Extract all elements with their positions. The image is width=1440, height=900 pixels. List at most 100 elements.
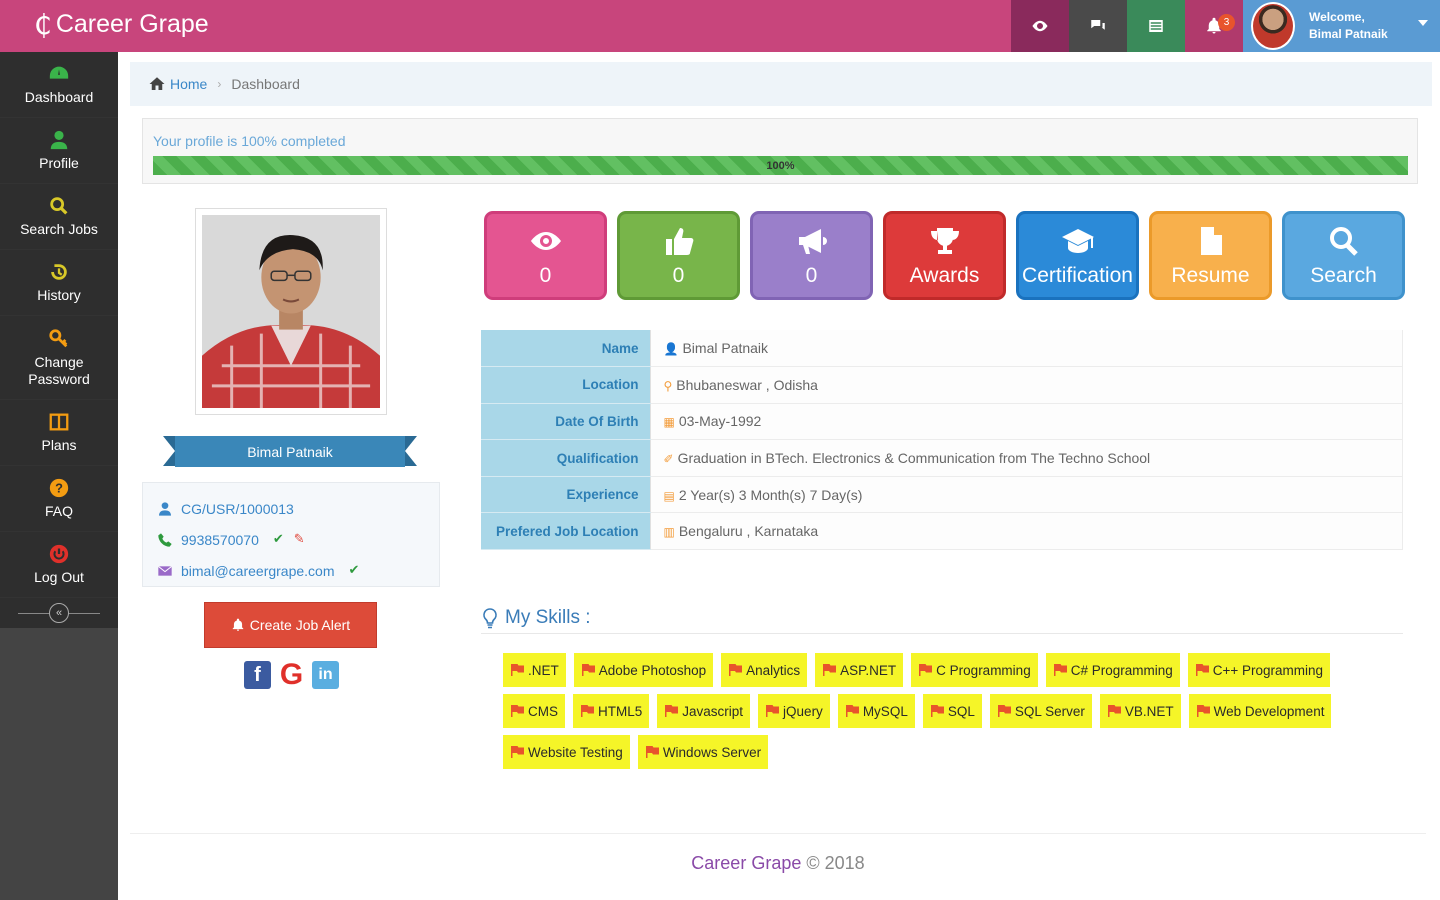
search-tile[interactable]: Search [1282, 211, 1405, 300]
detail-label: Experience [481, 476, 651, 514]
sidebar-item-change-password[interactable]: Change Password [0, 316, 118, 400]
breadcrumb-home-link[interactable]: Home [170, 76, 207, 92]
skill-label: Windows Server [662, 744, 762, 760]
eye-button[interactable] [1011, 0, 1069, 52]
skill-label: MySQL [862, 703, 908, 719]
edit-phone-icon[interactable]: ✎ [294, 532, 305, 547]
sidebar-item-label: FAQ [44, 503, 73, 519]
user-id: CG/USR/1000013 [181, 500, 294, 517]
dashboard-icon [49, 66, 69, 79]
sidebar-item-search-jobs[interactable]: Search Jobs [0, 184, 118, 250]
sidebar-collapse-toggle[interactable]: « [0, 598, 118, 628]
sidebar-item-dashboard[interactable]: Dashboard [0, 52, 118, 118]
skill-label: jQuery [783, 703, 823, 719]
flag-icon [766, 705, 780, 717]
skill-tag: ASP.NET [815, 653, 904, 687]
skill-tag: VB.NET [1099, 694, 1181, 728]
sidebar-item-profile[interactable]: Profile [0, 118, 118, 184]
skill-label: SQL Server [1014, 703, 1085, 719]
detail-value: Bimal Patnaik [682, 340, 769, 357]
skill-tag: Website Testing [503, 735, 630, 769]
profile-progress-bar: 100% [153, 156, 1408, 175]
announcements-tile[interactable]: 0 [750, 211, 873, 300]
sidebar-item-plans[interactable]: Plans [0, 400, 118, 466]
user-icon [50, 130, 68, 150]
skill-tag: MySQL [837, 694, 915, 728]
map-icon: ▥ [663, 525, 675, 540]
lightbulb-icon [483, 608, 497, 629]
tile-label: 0 [672, 263, 685, 287]
footer-brand-link[interactable]: Career Grape [691, 853, 801, 873]
avatar [1251, 2, 1295, 50]
bullhorn-icon [798, 228, 827, 254]
resume-tile[interactable]: Resume [1149, 211, 1272, 300]
linkedin-icon[interactable]: in [312, 661, 339, 689]
brand-logo[interactable]: ₵ Career Grape [34, 10, 209, 39]
chevron-left-icon: « [49, 603, 69, 623]
email-address: bimal@careergrape.com [181, 562, 335, 579]
detail-label: Name [481, 330, 651, 368]
flag-icon [1107, 705, 1121, 717]
skill-tag: Windows Server [637, 735, 769, 769]
sidebar: Dashboard Profile Search Jobs History Ch… [0, 52, 118, 900]
skill-tag: Web Development [1188, 694, 1332, 728]
profile-photo [202, 215, 380, 408]
skill-tag: CMS [503, 694, 565, 728]
social-links: f G in [244, 658, 339, 691]
flag-icon [511, 705, 524, 717]
messages-button[interactable] [1069, 0, 1127, 52]
chevron-down-icon [1418, 20, 1428, 26]
sidebar-item-history[interactable]: History [0, 250, 118, 316]
tile-label: 0 [539, 263, 552, 287]
tasks-button[interactable] [1127, 0, 1185, 52]
sidebar-item-label: Change Password [28, 353, 90, 387]
profile-photo-image [202, 215, 380, 408]
footer-copyright: © 2018 [806, 853, 865, 873]
detail-value: 2 Year(s) 3 Month(s) 7 Day(s) [678, 486, 863, 503]
chevron-right-icon: › [217, 77, 222, 91]
awards-tile[interactable]: Awards [883, 211, 1006, 300]
map-marker-icon: ⚲ [663, 378, 673, 393]
skill-label: Website Testing [528, 744, 623, 760]
flag-icon [665, 705, 679, 717]
skill-tag: Javascript [657, 694, 751, 728]
document-icon [1200, 226, 1222, 255]
google-icon[interactable]: G [278, 658, 305, 691]
detail-label: Date Of Birth [481, 403, 651, 441]
profile-views-tile[interactable]: 0 [484, 211, 607, 300]
skill-label: C# Programming [1070, 662, 1173, 678]
quick-action-tiles: 0 0 0 Awards Certification Resume Search [484, 211, 1405, 300]
phone-icon [158, 532, 172, 547]
skill-tag: .NET [503, 653, 566, 687]
facebook-icon[interactable]: f [244, 661, 271, 689]
skill-tag: Adobe Photoshop [573, 653, 714, 687]
trophy-icon [930, 227, 959, 254]
tile-label: Search [1310, 263, 1377, 287]
sidebar-item-log-out[interactable]: Log Out [0, 532, 118, 598]
sidebar-item-faq[interactable]: ? FAQ [0, 466, 118, 532]
skills-heading: My Skills : [481, 603, 1403, 634]
create-job-alert-button[interactable]: Create Job Alert [204, 602, 377, 648]
tile-label: Awards [909, 263, 980, 287]
profile-progress-text: Your profile is 100% completed [153, 133, 346, 149]
skill-tag: jQuery [758, 694, 830, 728]
tile-label: Resume [1171, 263, 1250, 287]
contact-card: CG/USR/1000013 9938570070 ✔ ✎ bimal@care… [142, 482, 440, 587]
profile-photo-frame [195, 208, 387, 415]
skill-label: Adobe Photoshop [598, 662, 707, 678]
user-menu[interactable]: Welcome, Bimal Patnaik [1243, 0, 1440, 52]
likes-tile[interactable]: 0 [617, 211, 740, 300]
table-row: Location ⚲ Bhubaneswar , Odisha [481, 366, 1403, 404]
flag-icon [823, 664, 837, 676]
skill-tag: HTML5 [573, 694, 650, 728]
flag-icon [581, 705, 594, 717]
certification-tile[interactable]: Certification [1016, 211, 1139, 300]
calendar-icon: ▦ [663, 415, 675, 430]
profile-progress-card: Your profile is 100% completed 100% [142, 118, 1418, 184]
create-job-alert-label: Create Job Alert [249, 617, 351, 633]
profile-details-table: Name 👤 Bimal Patnaik Location ⚲ Bhubaneswa… [481, 330, 1403, 551]
eye-icon [1032, 20, 1048, 32]
notifications-button[interactable]: 3 [1185, 0, 1243, 52]
profile-progress-label: 100% [766, 159, 795, 172]
table-row: Prefered Job Location ▥ Bengaluru , Karna… [481, 512, 1403, 551]
